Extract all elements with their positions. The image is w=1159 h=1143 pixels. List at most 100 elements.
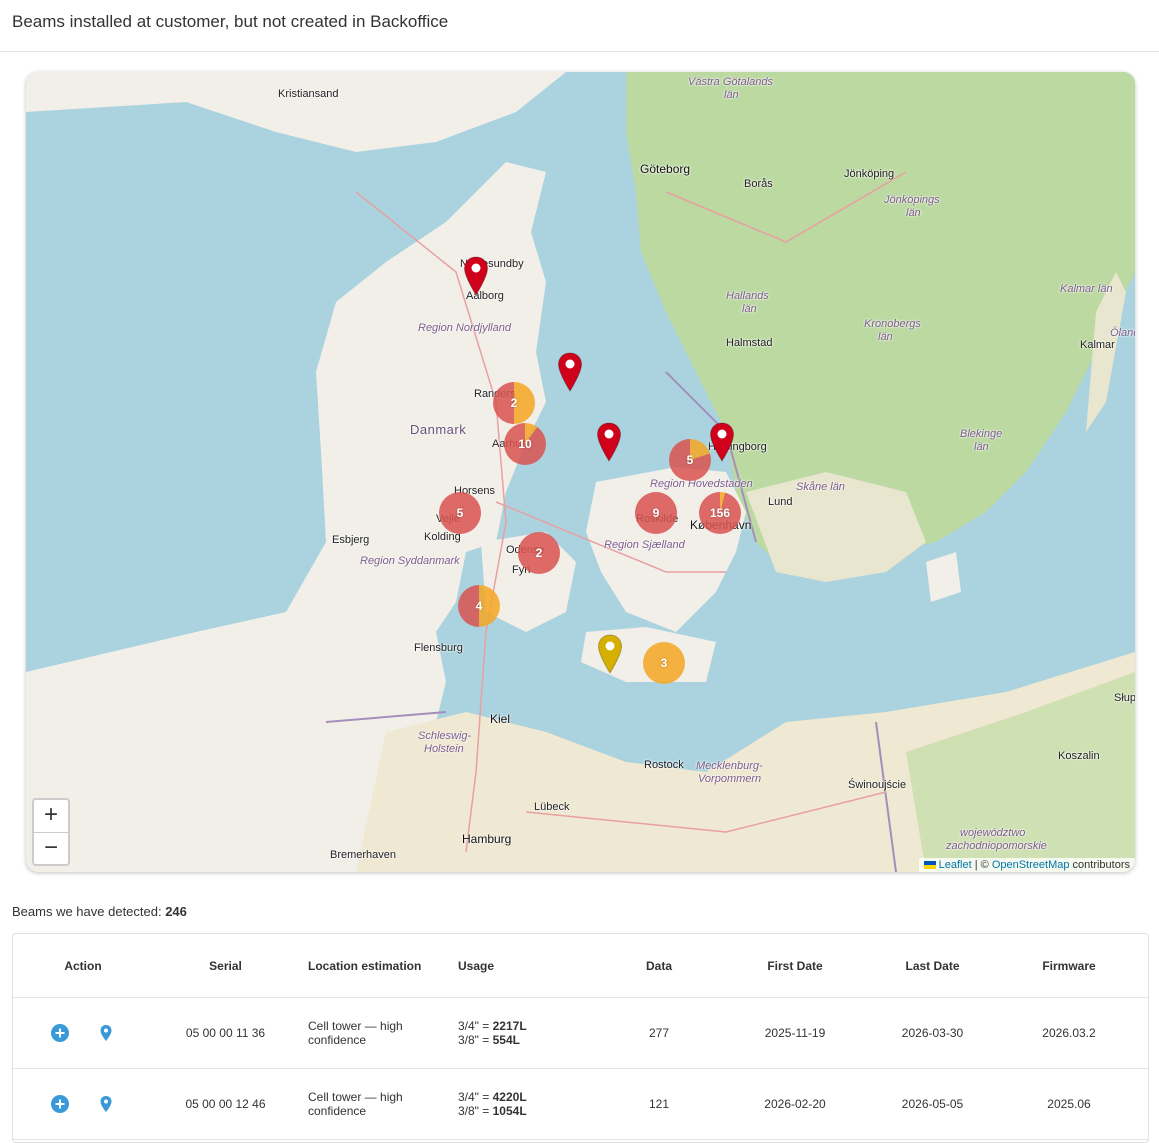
map-place-label: Vorpommern: [698, 773, 762, 785]
page-header: Beams installed at customer, but not cre…: [0, 0, 1159, 52]
first-date-cell: 2026-02-20: [764, 1097, 826, 1111]
map-place-label: Borås: [744, 178, 773, 190]
serial-cell: 05 00 00 11 36: [185, 1026, 266, 1040]
map-place-label: Region Hovedstaden: [650, 478, 753, 490]
row-actions: [13, 1024, 153, 1042]
header-data[interactable]: Data: [593, 959, 725, 973]
usage-value: 554L: [492, 1033, 520, 1047]
location-cell: Cell tower — high confidence: [308, 1090, 403, 1118]
map-cluster-marker[interactable]: 10: [504, 423, 546, 465]
map-place-label: Skåne län: [796, 481, 845, 493]
add-circle-icon[interactable]: [51, 1095, 69, 1113]
map-cluster-marker[interactable]: 9: [635, 492, 677, 534]
map-place-label: Jönköpings: [884, 194, 940, 206]
map-place-label: Lübeck: [534, 801, 570, 813]
map-place-label: Hamburg: [462, 832, 512, 846]
map-place-label: län: [974, 441, 989, 453]
cluster-count: 9: [652, 506, 660, 520]
map-base[interactable]: [26, 72, 1135, 872]
header-serial[interactable]: Serial: [153, 959, 298, 973]
map-place-label: Halmstad: [726, 337, 773, 349]
data-cell: 121: [648, 1097, 670, 1111]
detected-count: 246: [165, 904, 187, 919]
serial-cell: 05 00 00 12 46: [185, 1097, 266, 1111]
map-cluster-marker[interactable]: 156: [699, 492, 741, 534]
page-title: Beams installed at customer, but not cre…: [12, 12, 449, 31]
header-first-date[interactable]: First Date: [725, 959, 865, 973]
map-place-label: zachodniopomorskie: [946, 840, 1047, 852]
map-cluster-marker[interactable]: 3: [643, 642, 685, 684]
map-place-label: Schleswig-: [418, 730, 472, 742]
usage-value: 1054L: [492, 1104, 527, 1118]
header-usage[interactable]: Usage: [448, 959, 593, 973]
row-actions: [13, 1095, 153, 1113]
header-firmware[interactable]: Firmware: [1000, 959, 1138, 973]
map-place-label: Bremerhaven: [330, 849, 397, 861]
map-attribution: Leaflet | © OpenStreetMap contributors: [918, 858, 1135, 872]
map-pin-icon[interactable]: [97, 1024, 115, 1042]
map-place-label: län: [878, 331, 893, 343]
cluster-count: 156: [709, 506, 731, 520]
firmware-cell: 2026.03.2: [1042, 1026, 1096, 1040]
map-pin-marker-icon[interactable]: [596, 422, 622, 462]
zoom-out-button[interactable]: −: [34, 832, 68, 864]
map-place-label: Västra Götalands: [688, 76, 773, 88]
cluster-count: 10: [518, 437, 532, 451]
table-header-row: Action Serial Location estimation Usage …: [13, 934, 1148, 998]
detected-label: Beams we have detected:: [12, 904, 166, 919]
last-date-cell: 2026-03-30: [901, 1026, 964, 1040]
beams-table: Action Serial Location estimation Usage …: [12, 933, 1149, 1143]
data-cell: 277: [648, 1026, 670, 1040]
last-date-cell: 2026-05-05: [901, 1097, 964, 1111]
header-last-date[interactable]: Last Date: [865, 959, 1000, 973]
map-place-label: Blekinge: [960, 428, 1003, 440]
map-place-label: Esbjerg: [332, 534, 370, 546]
header-action[interactable]: Action: [13, 959, 153, 973]
usage-label: 3/8" =: [458, 1033, 493, 1047]
location-cell: Cell tower — high confidence: [308, 1019, 403, 1047]
cluster-count: 2: [510, 396, 518, 410]
add-circle-icon[interactable]: [51, 1024, 69, 1042]
map-pin-marker-icon[interactable]: [597, 634, 623, 674]
map-place-label: Hallands: [726, 290, 769, 302]
map-place-label: Holstein: [424, 743, 464, 755]
map-place-label: Region Sjælland: [604, 539, 685, 551]
map-pin-marker-icon[interactable]: [463, 256, 489, 296]
map-place-label: län: [724, 89, 739, 101]
map-cluster-marker[interactable]: 5: [439, 492, 481, 534]
map-cluster-marker[interactable]: 5: [669, 439, 711, 481]
leaflet-link[interactable]: Leaflet: [939, 859, 972, 871]
map-place-label: Göteborg: [640, 162, 691, 176]
map-place-label: Danmark: [410, 422, 467, 437]
cluster-count: 4: [475, 599, 483, 613]
map-place-label: Flensburg: [414, 642, 463, 654]
usage-label: 3/8" =: [458, 1104, 493, 1118]
map-cluster-marker[interactable]: 4: [458, 585, 500, 627]
map-place-label: Słup: [1114, 692, 1135, 704]
cluster-count: 5: [686, 453, 694, 467]
map-pin-marker-icon[interactable]: [709, 422, 735, 462]
map-pin-marker-icon[interactable]: [557, 352, 583, 392]
map-cluster-marker[interactable]: 2: [518, 532, 560, 574]
attribution-separator: | ©: [971, 859, 992, 871]
map-place-label: Kalmar: [1080, 339, 1115, 351]
ukraine-flag-icon: [923, 861, 936, 870]
cluster-count: 5: [456, 506, 464, 520]
table-row: 05 00 00 11 36 Cell tower — high confide…: [13, 998, 1148, 1069]
usage-label: 3/4" =: [458, 1090, 493, 1104]
map-place-label: Kiel: [490, 712, 511, 726]
cluster-count: 3: [660, 656, 668, 670]
zoom-in-button[interactable]: +: [34, 800, 68, 832]
usage-value: 2217L: [492, 1019, 527, 1033]
map-place-label: län: [906, 207, 921, 219]
map-cluster-marker[interactable]: 2: [493, 382, 535, 424]
map-place-label: Kalmar län: [1060, 283, 1113, 295]
map-place-label: Lund: [768, 496, 793, 508]
map-place-label: län: [742, 303, 757, 315]
map[interactable]: Kristiansand Västra Götalands län Göteborg B…: [26, 72, 1135, 872]
header-location[interactable]: Location estimation: [298, 959, 448, 973]
detected-summary: Beams we have detected: 246: [12, 904, 187, 919]
map-pin-icon[interactable]: [97, 1095, 115, 1113]
osm-link[interactable]: OpenStreetMap: [992, 859, 1070, 871]
attribution-rest: contributors: [1069, 859, 1130, 871]
